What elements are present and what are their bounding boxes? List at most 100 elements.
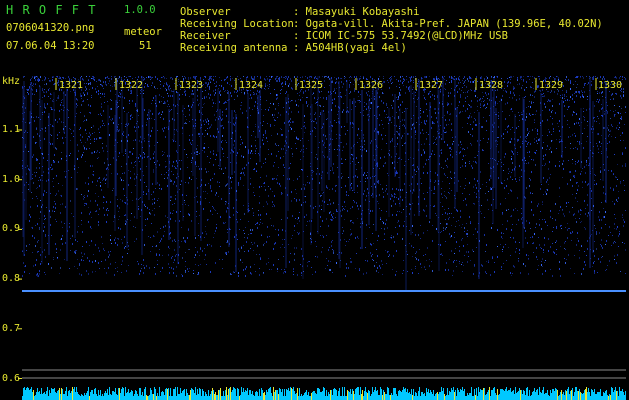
noise-dot (90, 143, 91, 144)
noise-dot (530, 94, 531, 96)
noise-dot (526, 254, 527, 256)
noise-dot (609, 141, 610, 143)
noise-dot (125, 214, 126, 216)
noise-dot (512, 162, 513, 164)
noise-dot (35, 76, 36, 78)
noise-dot (101, 84, 102, 86)
noise-dot (505, 118, 506, 120)
noise-dot (332, 188, 333, 190)
noise-dot (166, 78, 167, 79)
noise-dot (620, 140, 621, 141)
noise-dot (508, 209, 509, 210)
noise-dot (432, 150, 433, 152)
noise-dot (448, 192, 449, 193)
noise-dot (358, 208, 359, 210)
noise-dot (425, 123, 426, 125)
noise-dot (569, 100, 570, 101)
noise-dot (321, 205, 322, 206)
noise-dot (601, 104, 602, 105)
noise-dot (609, 226, 610, 228)
noise-dot (81, 156, 82, 158)
noise-dot (353, 222, 354, 224)
noise-dot (404, 221, 405, 222)
noise-dot (552, 105, 553, 107)
noise-dot (112, 190, 113, 191)
noise-dot (577, 84, 578, 85)
noise-dot (164, 127, 165, 129)
noise-dot (509, 171, 510, 172)
noise-dot (304, 122, 305, 123)
noise-dot (344, 201, 345, 203)
noise-dot (296, 148, 297, 149)
noise-dot (281, 192, 282, 193)
noise-dot (307, 262, 308, 263)
noise-dot (461, 227, 462, 228)
noise-dot (124, 195, 125, 196)
noise-dot (396, 173, 397, 174)
noise-dot (622, 152, 623, 153)
noise-dot (596, 143, 597, 144)
noise-dot (601, 143, 602, 144)
noise-dot (352, 190, 353, 191)
noise-dot (581, 221, 582, 222)
noise-dot (215, 119, 216, 121)
noise-dot (98, 114, 99, 115)
noise-dot (441, 231, 442, 232)
noise-dot (378, 182, 379, 184)
noise-dot (204, 103, 205, 104)
noise-dot (396, 214, 397, 216)
noise-dot (140, 168, 141, 170)
noise-dot (291, 87, 292, 89)
noise-dot (556, 148, 557, 149)
noise-dot (306, 148, 307, 149)
noise-dot (280, 128, 281, 129)
noise-dot (154, 145, 155, 146)
location-label: Receiving Location (180, 18, 294, 30)
noise-dot (371, 102, 372, 104)
noise-dot (284, 167, 285, 168)
noise-dot (189, 114, 190, 116)
noise-dot (451, 225, 452, 226)
noise-dot (107, 76, 108, 78)
noise-dot (188, 249, 189, 250)
noise-dot (504, 81, 505, 83)
noise-dot (477, 97, 478, 98)
noise-dot (454, 237, 455, 238)
noise-dot (112, 118, 113, 120)
noise-dot (491, 204, 492, 206)
noise-dot (154, 267, 155, 268)
noise-dot (350, 76, 351, 77)
noise-dot (276, 155, 277, 157)
noise-dot (436, 137, 437, 139)
noise-dot (533, 242, 534, 244)
noise-dot (215, 230, 216, 232)
noise-dot (444, 195, 445, 196)
noise-dot (196, 76, 197, 77)
noise-dot (38, 80, 39, 82)
noise-dot (598, 258, 599, 260)
noise-dot (530, 115, 531, 116)
noise-dot (548, 91, 549, 92)
noise-dot (580, 214, 581, 215)
noise-dot (139, 273, 140, 275)
noise-dot (445, 212, 446, 214)
noise-dot (538, 237, 539, 238)
noise-dot (262, 140, 263, 141)
noise-dot (95, 211, 96, 212)
noise-dot (167, 84, 168, 86)
noise-dot (198, 235, 199, 236)
noise-dot (98, 214, 99, 215)
noise-dot (542, 94, 543, 95)
noise-dot (92, 181, 93, 183)
noise-dot (432, 240, 433, 242)
noise-dot (367, 94, 368, 96)
noise-dot (528, 258, 529, 259)
noise-dot (140, 216, 141, 217)
noise-dot (253, 94, 254, 95)
noise-dot (616, 263, 617, 264)
noise-dot (510, 79, 511, 80)
noise-dot (508, 81, 509, 83)
noise-dot (234, 272, 235, 273)
noise-dot (254, 242, 255, 244)
noise-dot (336, 134, 337, 135)
